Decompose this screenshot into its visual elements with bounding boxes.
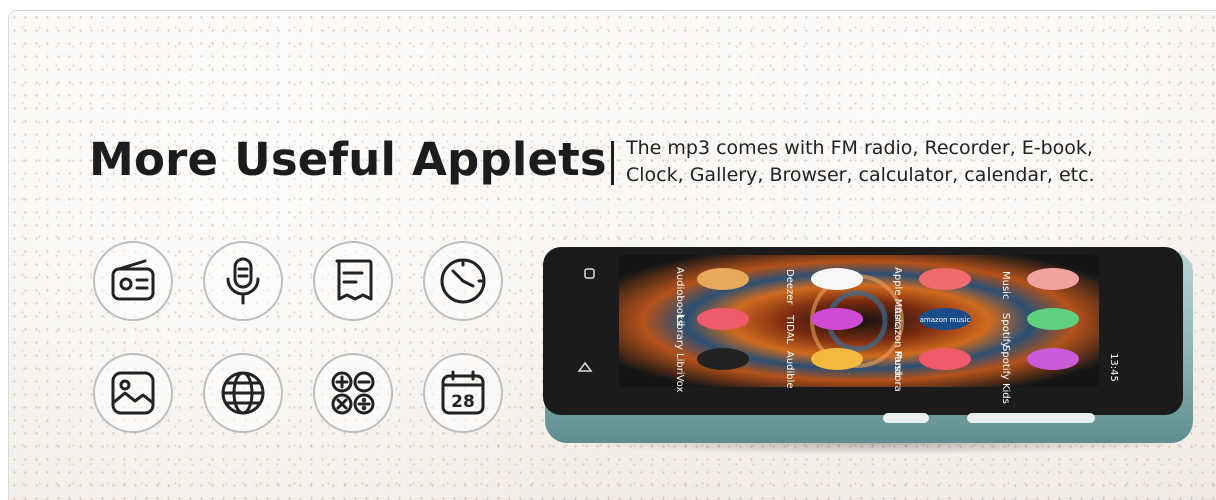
calendar-icon: 28	[423, 353, 503, 433]
microphone-icon	[203, 241, 283, 321]
gallery-icon	[93, 353, 173, 433]
screen-label: Spotify	[1000, 313, 1011, 348]
ebook-icon	[313, 241, 393, 321]
app-tile-label: amazon music	[920, 316, 971, 324]
screen-label: Library	[674, 315, 685, 350]
title-separator	[611, 141, 614, 185]
calendar-date-text: 28	[451, 392, 475, 412]
radio-icon	[93, 241, 173, 321]
screen-label: Audible	[784, 351, 795, 389]
side-button[interactable]	[967, 413, 1095, 423]
screen-label: Deezer	[784, 269, 795, 305]
description-line-2: Clock, Gallery, Browser, calculator, cal…	[626, 164, 1095, 186]
screen-label: Spotify Kids	[1000, 345, 1011, 404]
description-line-1: The mp3 comes with FM radio, Recorder, E…	[626, 137, 1093, 159]
calculator-icon	[313, 353, 393, 433]
side-button[interactable]	[883, 413, 929, 423]
mp3-player: amazon music Audiobooks Library LibriVox…	[537, 237, 1197, 477]
screen-label: TIDAL	[784, 314, 795, 344]
product-banner: More Useful Applets The mp3 comes with F…	[8, 10, 1216, 500]
headline: More Useful Applets	[89, 133, 607, 186]
screen-label: Pandora	[892, 351, 903, 392]
clock-icon	[423, 241, 503, 321]
globe-icon	[203, 353, 283, 433]
screen-label: LibriVox	[674, 353, 685, 392]
feature-description: The mp3 comes with FM radio, Recorder, E…	[626, 135, 1166, 189]
screen-label: Music	[1000, 271, 1011, 299]
status-time: 13:45	[1108, 353, 1119, 382]
